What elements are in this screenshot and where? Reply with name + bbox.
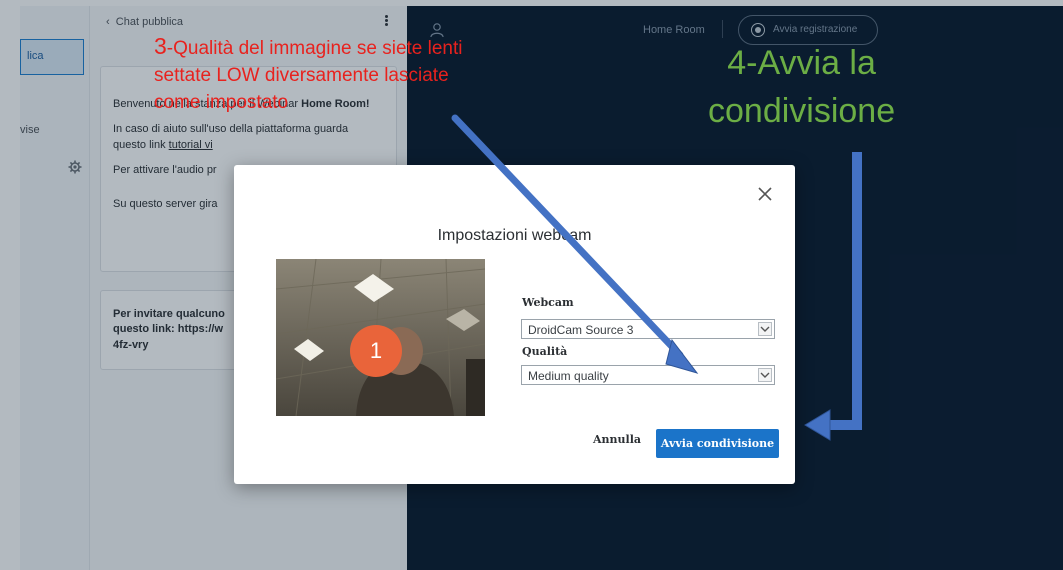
annotation-step-3-number: 3 <box>154 33 167 59</box>
quality-label: Qualità <box>522 345 568 358</box>
start-sharing-button[interactable]: Avvia condivisione <box>656 429 779 458</box>
webcam-select[interactable]: DroidCam Source 3 <box>521 319 775 339</box>
quality-select[interactable]: Medium quality <box>521 365 775 385</box>
webcam-settings-modal: Impostazioni webcam Webcam DroidCam Sour… <box>234 165 795 484</box>
annotation-step-3-text: -Qualità del immagine se siete lenti set… <box>154 38 463 113</box>
annotation-step-4-line2: condivisione <box>708 92 896 130</box>
chevron-down-icon <box>758 322 772 336</box>
chevron-down-icon <box>758 368 772 382</box>
cancel-button[interactable]: Annulla <box>593 433 641 446</box>
close-icon[interactable] <box>756 185 774 203</box>
step-badge: 1 <box>350 325 402 377</box>
webcam-select-value: DroidCam Source 3 <box>528 323 634 337</box>
modal-title: Impostazioni webcam <box>437 227 592 244</box>
annotation-step-4: 4-Avvia la condivisione <box>708 39 895 135</box>
webcam-label: Webcam <box>522 296 574 309</box>
annotation-step-3: 3-Qualità del immagine se siete lenti se… <box>154 33 464 116</box>
quality-select-value: Medium quality <box>528 369 609 383</box>
annotation-step-4-line1: 4-Avvia la <box>727 44 876 82</box>
